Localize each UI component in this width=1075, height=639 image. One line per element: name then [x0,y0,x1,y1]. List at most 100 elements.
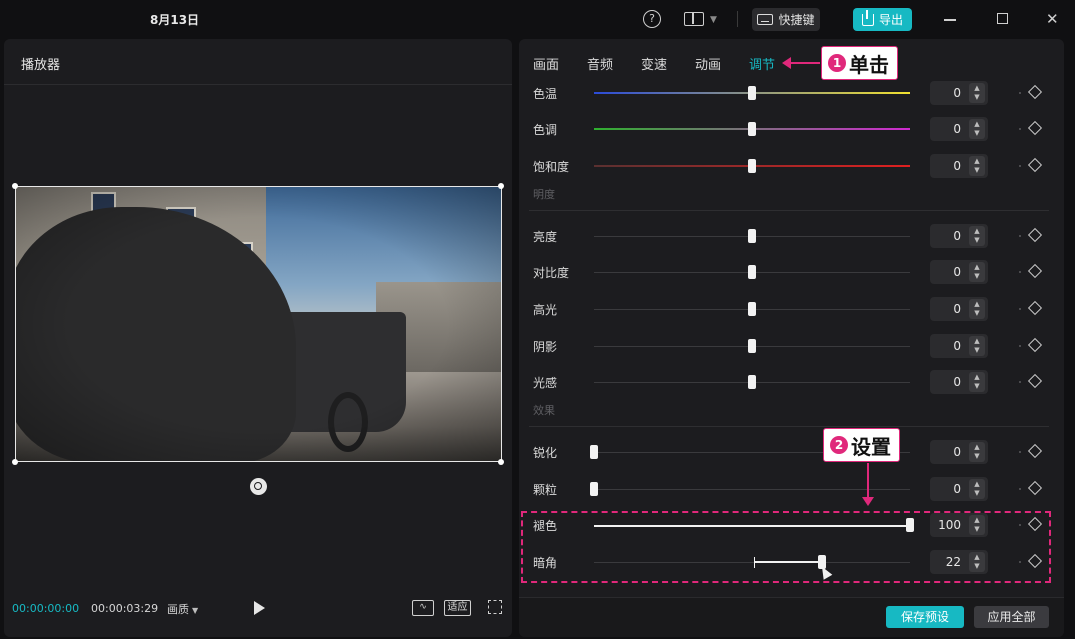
chevron-down-icon[interactable]: ▼ [710,11,717,29]
waveform-icon[interactable]: ∿ [412,600,434,616]
rotate-icon[interactable] [250,478,267,495]
value-stepper[interactable]: 0 ▲ ▼ [930,260,988,284]
stepper-arrows-icon[interactable]: ▲ ▼ [969,119,985,139]
keyframe-diamond-icon[interactable] [1027,120,1043,136]
fullscreen-icon[interactable] [488,600,502,614]
value-stepper[interactable]: 0 ▲ ▼ [930,334,988,358]
crop-handle[interactable] [498,459,504,465]
layout-icon[interactable] [684,12,704,26]
keyframe-diamond-icon[interactable] [1027,480,1043,496]
tab-picture[interactable]: 画面 [533,54,559,73]
stepper-arrows-icon[interactable]: ▲ ▼ [969,262,985,282]
value-stepper[interactable]: 0 ▲ ▼ [930,477,988,501]
slider-thumb[interactable] [748,159,756,173]
divider [529,426,1049,427]
keyframe-diamond-icon[interactable] [1027,263,1043,279]
slider-thumb[interactable] [748,375,756,389]
callout-step-2: 2 设置 [823,428,900,462]
slider-thumb[interactable] [590,445,598,459]
save-preset-button[interactable]: 保存预设 [886,606,964,628]
value-display[interactable]: 0 [953,445,961,459]
help-icon[interactable]: ? [643,10,661,28]
value-stepper[interactable]: 0 ▲ ▼ [930,154,988,178]
adjust-row: 色温 0 ▲ ▼ [519,80,1064,106]
slider-thumb[interactable] [590,482,598,496]
video-preview[interactable] [15,186,502,462]
adjust-row: 阴影 0 ▲ ▼ [519,333,1064,359]
slider-thumb[interactable] [748,86,756,100]
separator-dot [1019,165,1021,167]
maximize-icon[interactable] [997,13,1008,24]
player-controls: 00:00:00:00 00:00:03:29 画质 ▼ ∿ 适应 [4,594,512,624]
adjust-row: 亮度 0 ▲ ▼ [519,223,1064,249]
shortcut-button[interactable]: 快捷键 [752,8,820,31]
slider-label: 颗粒 [533,483,558,497]
crop-handle[interactable] [498,183,504,189]
tab-animation[interactable]: 动画 [695,54,721,73]
stepper-arrows-icon[interactable]: ▲ ▼ [969,372,985,392]
stepper-arrows-icon[interactable]: ▲ ▼ [969,336,985,356]
value-display[interactable]: 0 [953,482,961,496]
slider-track[interactable] [594,489,910,490]
stepper-arrows-icon[interactable]: ▲ ▼ [969,442,985,462]
crop-handle[interactable] [12,183,18,189]
player-title: 播放器 [21,58,61,73]
slider-thumb[interactable] [748,122,756,136]
value-display[interactable]: 0 [953,159,961,173]
separator-dot [1019,271,1021,273]
value-stepper[interactable]: 0 ▲ ▼ [930,224,988,248]
slider-thumb[interactable] [748,229,756,243]
close-icon[interactable]: ✕ [1046,9,1059,29]
value-stepper[interactable]: 0 ▲ ▼ [930,297,988,321]
slider-label: 阴影 [533,340,558,354]
value-display[interactable]: 0 [953,375,961,389]
keyframe-diamond-icon[interactable] [1027,84,1043,100]
adjust-row: 光感 0 ▲ ▼ [519,369,1064,395]
keyframe-diamond-icon[interactable] [1027,227,1043,243]
chevron-down-icon: ▼ [192,606,199,615]
value-display[interactable]: 0 [953,339,961,353]
keyframe-diamond-icon[interactable] [1027,443,1043,459]
value-display[interactable]: 0 [953,122,961,136]
value-stepper[interactable]: 0 ▲ ▼ [930,440,988,464]
tab-speed[interactable]: 变速 [641,54,667,73]
crop-handle[interactable] [12,459,18,465]
keyframe-diamond-icon[interactable] [1027,337,1043,353]
slider-thumb[interactable] [748,265,756,279]
slider-label: 色温 [533,87,558,101]
apply-all-button[interactable]: 应用全部 [974,606,1049,628]
stepper-arrows-icon[interactable]: ▲ ▼ [969,83,985,103]
stepper-arrows-icon[interactable]: ▲ ▼ [969,226,985,246]
value-display[interactable]: 0 [953,86,961,100]
adjust-row: 对比度 0 ▲ ▼ [519,259,1064,285]
slider-thumb[interactable] [748,302,756,316]
fit-ratio-button[interactable]: 适应 [444,600,471,616]
minimize-icon[interactable] [944,19,956,21]
keyframe-diamond-icon[interactable] [1027,157,1043,173]
slider-label: 亮度 [533,230,558,244]
slider-thumb[interactable] [748,339,756,353]
slider-label: 色调 [533,123,558,137]
value-display[interactable]: 0 [953,302,961,316]
quality-dropdown[interactable]: 画质 ▼ [167,601,198,617]
keyframe-diamond-icon[interactable] [1027,373,1043,389]
value-stepper[interactable]: 0 ▲ ▼ [930,370,988,394]
export-button[interactable]: 导出 [853,8,912,31]
stepper-arrows-icon[interactable]: ▲ ▼ [969,299,985,319]
value-stepper[interactable]: 0 ▲ ▼ [930,81,988,105]
tab-adjust[interactable]: 调节 [749,54,775,73]
adjust-row: 高光 0 ▲ ▼ [519,296,1064,322]
value-stepper[interactable]: 0 ▲ ▼ [930,117,988,141]
stepper-arrows-icon[interactable]: ▲ ▼ [969,479,985,499]
separator-dot [1019,345,1021,347]
group-label-brightness: 明度 [533,188,555,201]
value-display[interactable]: 0 [953,229,961,243]
stepper-arrows-icon[interactable]: ▲ ▼ [969,156,985,176]
value-display[interactable]: 0 [953,265,961,279]
slider-label: 对比度 [533,266,570,280]
keyframe-diamond-icon[interactable] [1027,300,1043,316]
play-icon[interactable] [254,601,265,615]
tab-audio[interactable]: 音频 [587,54,613,73]
adjust-row: 颗粒 0 ▲ ▼ [519,476,1064,502]
arrow-head-icon [782,57,791,69]
